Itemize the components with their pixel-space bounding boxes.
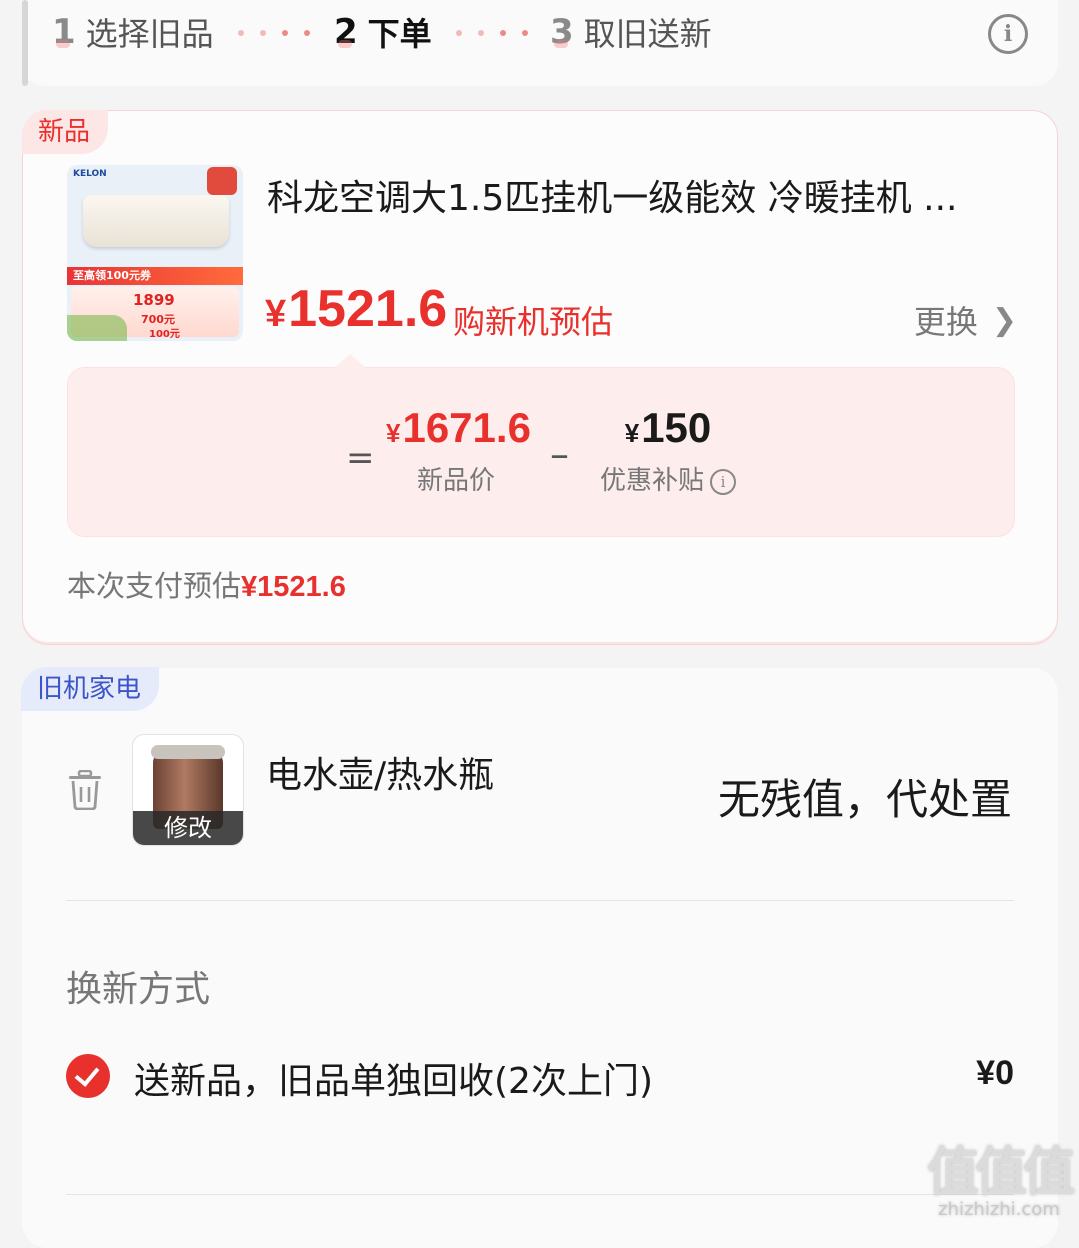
exchange-option[interactable]: 送新品，旧品单独回收(2次上门) ¥0 xyxy=(66,1052,1014,1102)
product-image[interactable]: KELON 至高领100元券 1899 700元 100元 xyxy=(67,165,243,341)
old-item-value: 无残值，代处置 xyxy=(717,775,1012,824)
callout-pointer xyxy=(334,354,366,368)
payment-estimate: 本次支付预估¥1521.6 xyxy=(67,563,346,605)
old-item-tag: 旧机家电 xyxy=(21,667,160,711)
checkbox-checked-icon[interactable] xyxy=(66,1054,110,1098)
watermark-text: zhizhizhi.com xyxy=(938,1199,1060,1220)
air-conditioner-image xyxy=(83,195,229,247)
payment-estimate-amount: ¥1521.6 xyxy=(241,571,346,603)
step-connector xyxy=(456,30,528,36)
promo-100: 100元 xyxy=(149,329,180,340)
step-label: 下单 xyxy=(367,15,432,53)
info-icon[interactable]: i xyxy=(710,469,736,495)
promo-price: 1899 xyxy=(133,291,175,309)
exchange-option-price: ¥0 xyxy=(976,1054,1014,1092)
brand-logo: KELON xyxy=(73,169,107,179)
progress-steps: 1 选择旧品 2 下单 3 取旧送新 i xyxy=(22,0,1058,86)
change-label: 更换 xyxy=(913,303,978,341)
change-product-button[interactable]: 更换 ❯ xyxy=(914,297,1017,343)
step-order: 2 下单 xyxy=(334,10,432,54)
new-item-card: 新品 KELON 至高领100元券 1899 700元 100元 科龙空调大1.… xyxy=(22,110,1058,645)
equals-sign: = xyxy=(346,438,375,478)
step-number: 3 xyxy=(550,12,574,52)
new-price-label: 新品价 xyxy=(416,466,495,496)
product-title[interactable]: 科龙空调大1.5匹挂机一级能效 冷暖挂机 ... xyxy=(267,169,1027,221)
new-price-block: ¥1671.6 新品价 xyxy=(386,404,531,497)
price-breakdown: = ¥1671.6 新品价 – ¥150 优惠补贴 i xyxy=(67,354,1015,537)
old-item-name: 电水壶/热水瓶 xyxy=(266,755,495,796)
price-value: 1521.6 xyxy=(288,280,448,338)
currency-symbol: ¥ xyxy=(624,418,640,448)
estimated-price: ¥1521.6 xyxy=(265,279,447,339)
subsidy-block: ¥150 优惠补贴 i xyxy=(588,404,748,497)
minus-sign: – xyxy=(550,432,569,476)
step-swap: 3 取旧送新 xyxy=(550,10,712,54)
new-item-tag: 新品 xyxy=(22,110,109,154)
step-connector xyxy=(238,30,310,36)
divider xyxy=(66,1194,1014,1195)
divider xyxy=(66,900,1014,901)
subsidy-label: 优惠补贴 xyxy=(599,466,704,496)
currency-symbol: ¥ xyxy=(265,293,287,335)
old-item-card: 旧机家电 修改 电水壶/热水瓶 无残值，代处置 换新方式 送新品，旧品单独回收(… xyxy=(21,667,1058,1248)
watermark: 值值值 zhizhizhi.com xyxy=(926,1130,1075,1220)
currency-symbol: ¥ xyxy=(386,418,401,448)
price-note: 购新机预估 xyxy=(453,303,614,341)
exchange-method-title: 换新方式 xyxy=(66,969,211,1010)
promo-badge-icon xyxy=(207,167,237,195)
step-number: 2 xyxy=(334,12,358,52)
step-label: 取旧送新 xyxy=(583,15,712,53)
edit-old-item-button[interactable]: 修改 xyxy=(133,811,243,845)
new-price-value: 1671.6 xyxy=(402,404,531,451)
scroll-indicator xyxy=(22,0,28,86)
step-select-old: 1 选择旧品 xyxy=(52,10,214,54)
step-number: 1 xyxy=(52,12,76,52)
kettle-lid xyxy=(151,745,225,759)
exchange-option-label: 送新品，旧品单独回收(2次上门) xyxy=(134,1061,653,1102)
old-item-image[interactable]: 修改 xyxy=(132,734,244,846)
watermark-logo: 值值值 xyxy=(926,1143,1075,1203)
chevron-right-icon: ❯ xyxy=(991,302,1017,338)
decor-leaf xyxy=(67,315,127,341)
subsidy-value: 150 xyxy=(641,404,712,451)
trash-icon[interactable] xyxy=(68,770,102,810)
info-icon[interactable]: i xyxy=(988,14,1028,54)
step-label: 选择旧品 xyxy=(85,15,214,53)
payment-estimate-label: 本次支付预估 xyxy=(67,569,242,603)
promo-strip: 至高领100元券 xyxy=(67,267,243,285)
